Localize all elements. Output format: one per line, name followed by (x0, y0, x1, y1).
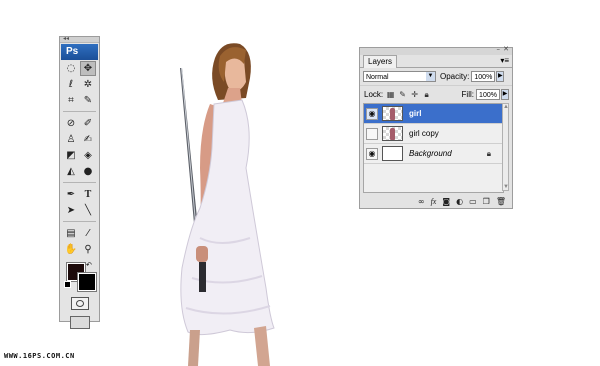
blur-tool-icon[interactable]: ◭ (63, 164, 79, 179)
layer-style-icon[interactable]: fx (431, 197, 437, 206)
background-color-swatch[interactable] (77, 272, 97, 292)
crop-tool-icon[interactable]: ⌗ (63, 93, 79, 108)
layer-name: girl (409, 109, 422, 118)
layer-row-girl-copy[interactable]: girl copy (364, 124, 503, 144)
fill-field[interactable]: 100% (476, 89, 500, 100)
lock-icon: 🔒︎ (486, 148, 491, 158)
toolbar-divider (63, 111, 96, 112)
layer-mask-icon[interactable]: ◙ (442, 197, 450, 206)
toolbar-divider (63, 182, 96, 183)
lock-pixels-icon[interactable]: ✎ (398, 90, 407, 99)
default-colors-icon[interactable] (64, 281, 71, 288)
opacity-label: Opacity: (440, 72, 470, 81)
layers-tab-row: Layers ▾≡ (360, 55, 512, 68)
layer-row-background[interactable]: ◉ Background 🔒︎ (364, 144, 503, 164)
panel-menu-icon[interactable]: ▾≡ (500, 56, 509, 65)
layer-name: girl copy (409, 129, 439, 138)
scroll-up-icon[interactable]: ▲ (503, 104, 509, 110)
fill-group: Fill: 100% ▶ (458, 89, 509, 100)
lock-position-icon[interactable]: ✛ (410, 90, 419, 99)
blend-opacity-row: Normal ▼ Opacity: 100% ▶ (360, 68, 512, 85)
opacity-arrow-icon[interactable]: ▶ (496, 71, 505, 82)
screen-mode-button[interactable] (69, 316, 90, 329)
watermark: WWW.16PS.COM.CN (4, 352, 75, 360)
eye-icon[interactable]: ◉ (366, 147, 378, 160)
eye-icon[interactable]: ◉ (366, 107, 378, 120)
layers-bottom-toolbar: ∞ fx ◙ ◐ ▭ ❐ 🗑︎ (360, 194, 512, 208)
history-brush-icon[interactable]: ✍ (80, 132, 96, 147)
layer-thumbnail (382, 126, 403, 141)
paint-bucket-icon[interactable]: ◈ (80, 148, 96, 163)
link-layers-icon[interactable]: ∞ (418, 197, 425, 206)
slice-tool-icon[interactable]: ✎ (80, 93, 96, 108)
layer-name: Background (409, 149, 452, 158)
lock-label: Lock: (364, 90, 384, 99)
opacity-field[interactable]: 100% (471, 71, 496, 82)
scroll-down-icon[interactable]: ▼ (503, 184, 509, 190)
pen-tool-icon[interactable]: ✒ (63, 187, 79, 202)
visibility-toggle-empty[interactable] (366, 127, 378, 140)
minimize-icon[interactable]: – (497, 45, 501, 53)
blend-mode-value: Normal (366, 74, 389, 81)
fill-arrow-icon[interactable]: ▶ (501, 89, 509, 100)
lock-transparency-icon[interactable]: ▦ (386, 90, 395, 99)
swap-colors-icon[interactable]: ↶ (86, 261, 92, 269)
layer-list: ◉ girl girl copy ◉ Background 🔒︎ (363, 103, 504, 193)
new-layer-icon[interactable]: ❐ (483, 197, 490, 206)
line-tool-icon[interactable]: ╲ (80, 203, 96, 218)
color-swatches: ↶ (64, 261, 99, 293)
new-group-icon[interactable]: ▭ (469, 197, 477, 206)
marquee-tool-icon[interactable]: ◌ (63, 61, 79, 76)
zoom-tool-icon[interactable]: ⚲ (80, 242, 96, 257)
clone-stamp-icon[interactable]: ♙ (63, 132, 79, 147)
move-tool-icon[interactable]: ✥ (80, 60, 96, 76)
fill-label: Fill: (461, 90, 474, 99)
tab-layers[interactable]: Layers (363, 55, 398, 68)
tools-panel-grip[interactable]: ◂◂ (60, 35, 99, 43)
canvas-image-girl (180, 43, 275, 366)
chevron-down-icon[interactable]: ▼ (426, 72, 435, 81)
adjustment-layer-icon[interactable]: ◐ (456, 197, 463, 206)
eraser-tool-icon[interactable]: ◩ (63, 148, 79, 163)
collapse-icon[interactable]: ◂◂ (63, 35, 69, 42)
magic-wand-tool-icon[interactable]: ✲ (80, 77, 96, 92)
notes-tool-icon[interactable]: ▤ (63, 226, 79, 241)
close-icon[interactable]: ✕ (503, 45, 509, 53)
type-tool-icon[interactable]: T (80, 187, 96, 202)
layer-list-scrollbar[interactable]: ▲ ▼ (502, 103, 509, 191)
healing-brush-icon[interactable]: ⊘ (63, 116, 79, 131)
lock-fill-row: Lock: ▦ ✎ ✛ 🔒︎ Fill: 100% ▶ (360, 85, 512, 103)
layer-row-girl[interactable]: ◉ girl (364, 104, 503, 124)
photoshop-logo[interactable]: Ps (61, 44, 98, 60)
layers-panel: – ✕ Layers ▾≡ Normal ▼ Opacity: 100% ▶ L… (359, 45, 513, 209)
brush-tool-icon[interactable]: ✐ (80, 116, 96, 131)
layer-thumbnail (382, 106, 403, 121)
delete-layer-icon[interactable]: 🗑︎ (496, 197, 506, 206)
blend-mode-select[interactable]: Normal ▼ (363, 71, 436, 82)
layer-thumbnail (382, 146, 403, 161)
tools-panel: ◂◂ Ps ◌ ✥ ℓ ✲ ⌗ ✎ ⊘ ✐ ♙ ✍ ◩ ◈ ◭ ● ✒ T ➤ … (59, 35, 100, 329)
toolbar-divider (63, 221, 96, 222)
lock-all-icon[interactable]: 🔒︎ (422, 90, 431, 99)
layers-panel-titlebar[interactable]: – ✕ (360, 45, 512, 55)
lasso-tool-icon[interactable]: ℓ (63, 77, 79, 92)
quick-mask-button[interactable] (70, 297, 89, 310)
path-selection-icon[interactable]: ➤ (63, 203, 79, 218)
eyedropper-tool-icon[interactable]: ⁄ (80, 226, 96, 241)
hand-tool-icon[interactable]: ✋ (63, 242, 79, 257)
dodge-tool-icon[interactable]: ● (80, 164, 96, 179)
